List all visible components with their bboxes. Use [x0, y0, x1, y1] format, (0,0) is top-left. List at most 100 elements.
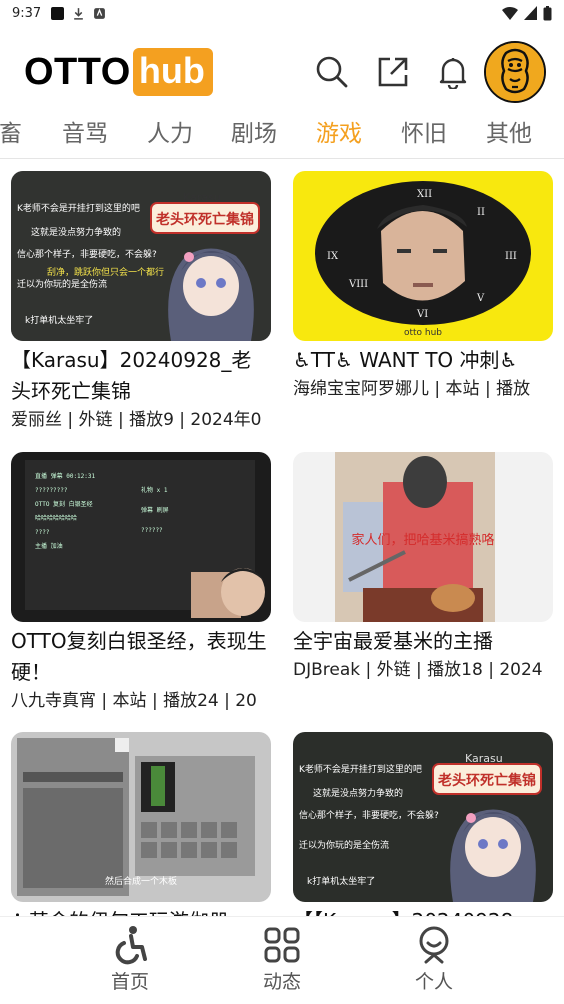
video-thumbnail[interactable]: 然后合成一个木板 [11, 732, 271, 902]
tab-qita[interactable]: 其他 [486, 114, 532, 148]
video-title[interactable]: ♿革命的伊甸工玩游伽册 [11, 906, 271, 916]
app-notification-icon [94, 7, 106, 19]
video-thumbnail[interactable]: 直播 弹幕 00:12:31????????? OTTO 复刻 白银圣经 哈哈哈哈… [11, 452, 271, 622]
tab-yinma[interactable]: 音骂 [62, 114, 108, 148]
svg-text:这就是没点努力争致的: 这就是没点努力争致的 [313, 787, 403, 799]
search-icon [316, 56, 348, 88]
svg-text:主播 加油: 主播 加油 [35, 542, 63, 550]
svg-text:信心那个样子，非要硬吃，不会躲?: 信心那个样子，非要硬吃，不会躲? [299, 809, 439, 821]
accessibility-icon [115, 926, 147, 965]
nav-home[interactable]: 首页 [85, 925, 175, 994]
svg-text:信心那个样子，非要硬吃，不会躲?: 信心那个样子，非要硬吃，不会躲? [17, 248, 157, 260]
svg-text:弹幕 刷屏: 弹幕 刷屏 [141, 506, 169, 514]
video-thumbnail[interactable]: XII II III V VI VIII IX otto hub [293, 171, 553, 341]
svg-text:刮净，跳跃你但只会一个都行: 刮净，跳跃你但只会一个都行 [47, 266, 164, 278]
nav-feed[interactable]: 动态 [237, 925, 327, 994]
thumb-overlay-text: 家人们，把哈基米搞熟咯 [351, 532, 494, 548]
video-card[interactable]: 家人们，把哈基米搞熟咯 全宇宙最爱基米的主播 DJBreak | 外链 | 播放… [293, 452, 553, 683]
svg-text:V: V [476, 293, 485, 304]
thumb-overlay-text: 老头环死亡集锦 [438, 772, 536, 789]
video-title[interactable]: 【Karasu】20240928_老头环死亡集锦 [11, 345, 271, 407]
tab-youxi[interactable]: 游戏 [316, 114, 362, 148]
notifications-button[interactable] [433, 52, 473, 92]
person-icon [419, 926, 449, 964]
video-card[interactable]: 直播 弹幕 00:12:31????????? OTTO 复刻 白银圣经 哈哈哈哈… [11, 452, 271, 714]
wifi-icon [502, 7, 518, 20]
status-bar: 9:37 [0, 0, 564, 26]
signal-icon [524, 6, 537, 20]
svg-text:迁以为你玩的是全伤流: 迁以为你玩的是全伤流 [299, 839, 389, 851]
svg-text:哈哈哈哈哈哈哈: 哈哈哈哈哈哈哈 [35, 514, 77, 522]
video-card[interactable]: K老师不会是开挂打到这里的吧 这就是没点努力争致的 信心那个样子，非要硬吃，不会… [293, 732, 553, 916]
svg-text:VIII: VIII [348, 279, 368, 290]
bell-icon [439, 58, 467, 89]
avatar-image [486, 43, 544, 101]
tab-huaijiu[interactable]: 怀旧 [401, 114, 447, 148]
video-meta: 海绵宝宝阿罗娜儿 | 本站 | 播放 [293, 379, 531, 399]
svg-text:OTTO 复刻 白银圣经: OTTO 复刻 白银圣经 [35, 500, 93, 508]
app-header: OTTO hub [0, 38, 564, 106]
tabs-divider [0, 158, 564, 159]
svg-text:K老师不会是开挂打到这里的吧: K老师不会是开挂打到这里的吧 [17, 202, 140, 214]
thumbnail-image: 直播 弹幕 00:12:31????????? OTTO 复刻 白银圣经哈哈哈哈… [11, 452, 271, 622]
logo-hub-text: hub [132, 48, 213, 96]
video-title[interactable]: 【【Karasu】20240928 [293, 906, 553, 916]
svg-text:????: ???? [35, 529, 50, 536]
tab-renli[interactable]: 人力 [147, 114, 193, 148]
video-meta: 八九寺真宵 | 本站 | 播放24 | 20 [11, 691, 257, 711]
svg-text:礼物 x 1: 礼物 x 1 [141, 486, 168, 494]
svg-text:k打单机太坐牢了: k打单机太坐牢了 [307, 875, 375, 887]
video-card[interactable]: 然后合成一个木板 ♿革命的伊甸工玩游伽册 [11, 732, 271, 916]
video-thumbnail[interactable]: K老师不会是开挂打到这里的吧 这就是没点努力争致的 信心那个样子，非要硬吃，不会… [11, 171, 271, 341]
search-button[interactable] [312, 52, 352, 92]
nav-home-label: 首页 [110, 971, 149, 993]
svg-text:这就是没点努力争致的: 这就是没点努力争致的 [31, 226, 121, 238]
battery-icon [543, 5, 552, 20]
svg-text:XII: XII [417, 189, 432, 200]
notification-square-icon [51, 6, 65, 20]
svg-text:K老师不会是开挂打到这里的吧: K老师不会是开挂打到这里的吧 [299, 763, 422, 775]
otto-hub-logo[interactable]: OTTO hub [24, 48, 213, 96]
thumbnail-image: 然后合成一个木板 [11, 732, 271, 902]
tab-juchang[interactable]: 剧场 [231, 114, 277, 148]
svg-text:VI: VI [416, 309, 428, 320]
svg-text:直播 弹幕 00:12:31: 直播 弹幕 00:12:31 [35, 472, 96, 480]
user-avatar[interactable] [484, 41, 546, 103]
video-card[interactable]: K老师不会是开挂打到这里的吧 这就是没点努力争致的 信心那个样子，非要硬吃，不会… [11, 171, 271, 433]
thumbnail-image: 家人们，把哈基米搞熟咯 [293, 452, 553, 622]
svg-text:II: II [477, 207, 485, 218]
video-title[interactable]: ♿TT♿ WANT TO 冲刺♿ [293, 345, 553, 376]
nav-profile-label: 个人 [414, 971, 453, 993]
video-thumbnail[interactable]: K老师不会是开挂打到这里的吧 这就是没点努力争致的 信心那个样子，非要硬吃，不会… [293, 732, 553, 902]
thumbnail-image: K老师不会是开挂打到这里的吧 这就是没点努力争致的 信心那个样子，非要硬吃，不会… [11, 171, 271, 341]
thumb-subtitle: 然后合成一个木板 [105, 875, 177, 887]
nav-profile[interactable]: 个人 [389, 925, 479, 994]
thumb-tag: Karasu [183, 191, 221, 204]
logo-otto-text: OTTO [24, 50, 131, 93]
svg-text:k打单机太坐牢了: k打单机太坐牢了 [25, 314, 93, 326]
video-title[interactable]: 全宇宙最爱基米的主播 [293, 626, 553, 657]
video-thumbnail[interactable]: 家人们，把哈基米搞熟咯 [293, 452, 553, 622]
open-external-icon [378, 57, 408, 87]
tab-guichu[interactable]: 鬼畜 [0, 114, 22, 148]
category-tabs: 鬼畜 音骂 人力 剧场 游戏 怀旧 其他 [0, 108, 564, 154]
video-meta: 爱丽丝 | 外链 | 播放9 | 2024年0 [11, 410, 262, 430]
video-title[interactable]: OTTO复刻白银圣经，表现生硬！ [11, 626, 271, 688]
thumbnail-image: K老师不会是开挂打到这里的吧 这就是没点努力争致的 信心那个样子，非要硬吃，不会… [293, 732, 553, 902]
nav-feed-label: 动态 [262, 971, 301, 993]
thumb-watermark: otto hub [404, 328, 442, 338]
grid-icon [264, 927, 300, 963]
download-icon [74, 7, 84, 20]
thumbnail-image: XIIIIIII VVIVIIIIX otto hub [293, 171, 553, 341]
video-feed[interactable]: K老师不会是开挂打到这里的吧 这就是没点努力争致的 信心那个样子，非要硬吃，不会… [0, 160, 564, 916]
open-external-button[interactable] [373, 52, 413, 92]
status-time: 9:37 [12, 5, 42, 21]
svg-text:??????: ?????? [141, 527, 163, 534]
thumb-overlay-text: 老头环死亡集锦 [156, 211, 254, 228]
svg-text:?????????: ????????? [35, 487, 68, 494]
video-meta: DJBreak | 外链 | 播放18 | 2024 [293, 660, 543, 680]
thumb-tag: Karasu [465, 752, 503, 765]
svg-text:III: III [505, 251, 517, 262]
bottom-navigation: 首页 动态 个人 [0, 916, 564, 1004]
video-card[interactable]: XII II III V VI VIII IX otto hub ♿TT♿ WANT TO… [293, 171, 553, 402]
